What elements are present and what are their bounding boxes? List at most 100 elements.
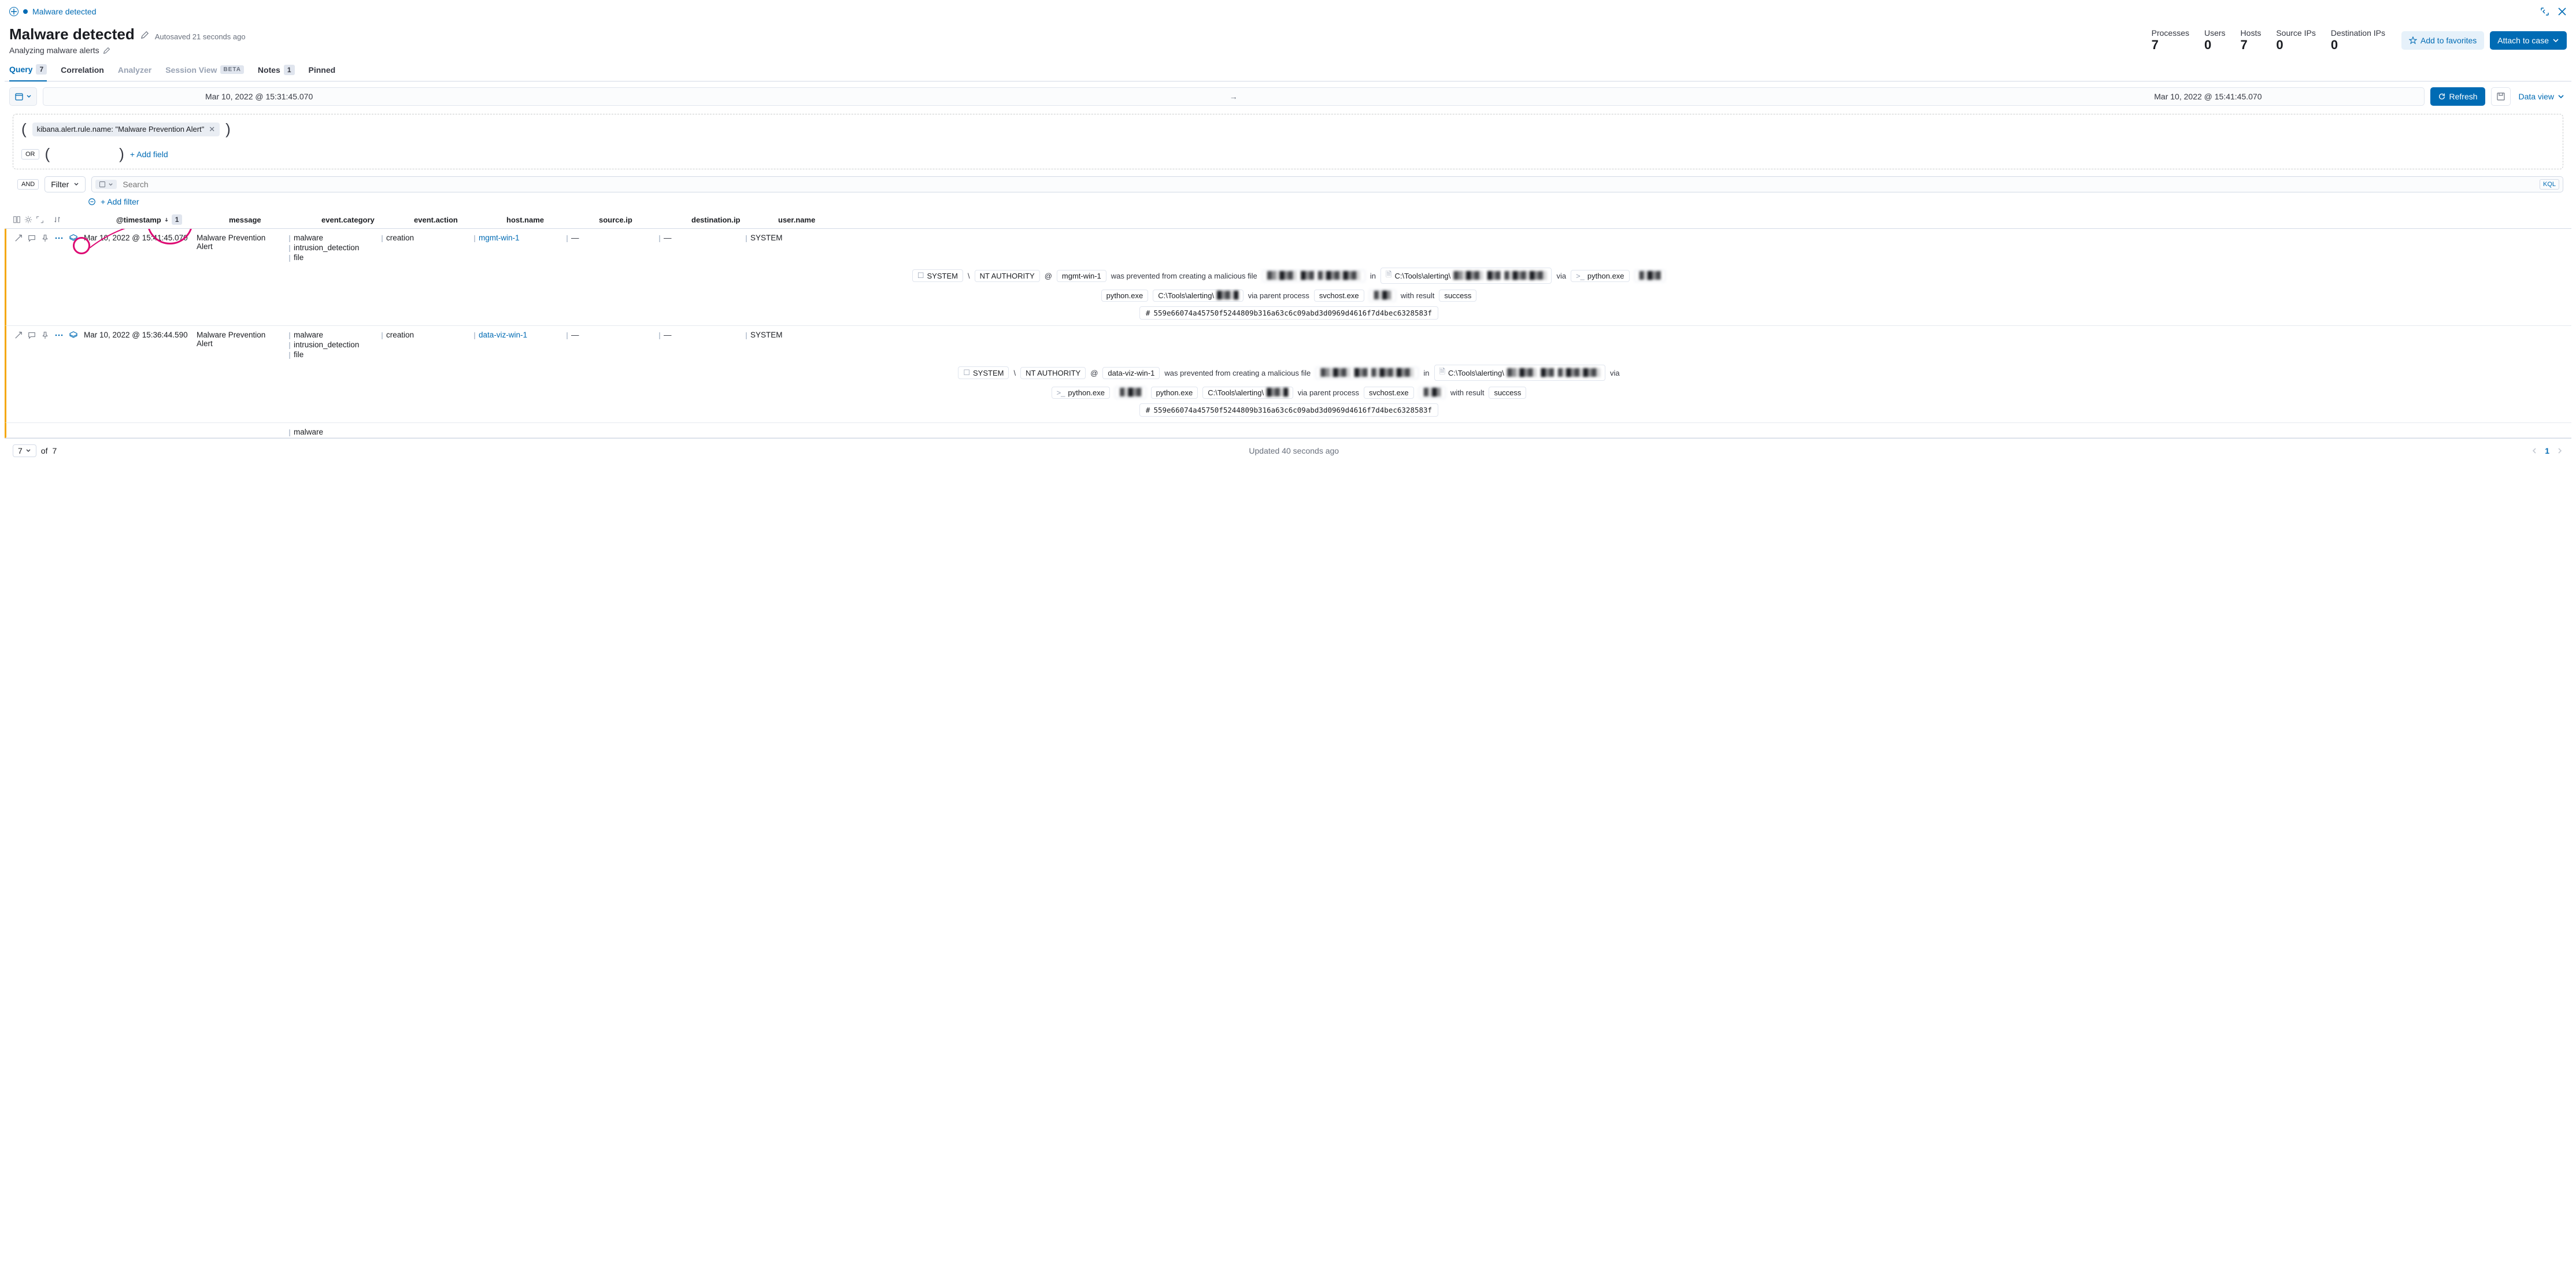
hash-badge: #559e66074a45750f5244809b316a63c6c09abd3… — [1139, 403, 1438, 417]
attach-case-button[interactable]: Attach to case — [2490, 31, 2567, 50]
stat-processes-value: 7 — [2152, 38, 2189, 53]
expand-icon[interactable] — [14, 331, 23, 339]
table-header: @timestamp 1 message event.category even… — [5, 210, 2571, 229]
add-field-link[interactable]: + Add field — [130, 150, 168, 159]
query-chip-text: kibana.alert.rule.name: "Malware Prevent… — [37, 125, 205, 133]
col-destip[interactable]: destination.ip — [691, 216, 772, 224]
search-options-button[interactable] — [95, 180, 117, 189]
stat-hosts-label: Hosts — [2241, 28, 2262, 38]
save-query-button[interactable] — [2491, 87, 2511, 106]
and-badge: AND — [17, 179, 39, 190]
tab-bar: Query 7 Correlation Analyzer Session Vie… — [5, 60, 2571, 81]
per-page-dropdown[interactable]: 7 — [13, 444, 36, 457]
tab-notes-label: Notes — [258, 65, 280, 75]
add-favorites-label: Add to favorites — [2420, 36, 2477, 45]
table-footer: 7 of 7 Updated 40 seconds ago 1 — [5, 439, 2571, 459]
time-range-display[interactable]: Mar 10, 2022 @ 15:31:45.070 → Mar 10, 20… — [43, 87, 2425, 106]
edit-subtitle-icon[interactable] — [103, 47, 110, 54]
col-message[interactable]: message — [229, 216, 316, 224]
autosave-status: Autosaved 21 seconds ago — [155, 32, 246, 41]
tab-pinned[interactable]: Pinned — [309, 60, 336, 81]
filter-label: Filter — [51, 180, 69, 189]
filter-dropdown[interactable]: Filter — [45, 176, 86, 192]
col-timestamp[interactable]: @timestamp 1 — [116, 214, 223, 225]
col-sourceip[interactable]: source.ip — [599, 216, 686, 224]
comment-icon[interactable] — [28, 234, 36, 242]
tab-notes[interactable]: Notes 1 — [258, 60, 295, 81]
updated-status: Updated 40 seconds ago — [1249, 446, 1339, 455]
col-host[interactable]: host.name — [506, 216, 593, 224]
paren-open-2: ( — [45, 145, 50, 163]
more-icon[interactable] — [54, 234, 64, 242]
chip-remove-icon[interactable]: ✕ — [209, 125, 215, 134]
page-prev-icon[interactable] — [2531, 447, 2538, 454]
edit-title-icon[interactable] — [140, 31, 149, 39]
settings-icon[interactable] — [24, 216, 32, 224]
page-subtitle: Analyzing malware alerts — [9, 46, 99, 55]
add-icon[interactable] — [9, 7, 18, 16]
cell-destip: — — [659, 233, 740, 242]
data-view-dropdown[interactable]: Data view — [2516, 87, 2567, 106]
tab-query[interactable]: Query 7 — [9, 60, 47, 81]
stat-srcips-label: Source IPs — [2276, 28, 2315, 38]
tab-notes-badge: 1 — [284, 65, 295, 75]
search-input[interactable] — [123, 180, 2540, 189]
tab-session-label: Session View — [165, 65, 217, 75]
fullscreen-table-icon[interactable] — [36, 216, 44, 224]
arrow-right-icon: → — [1230, 92, 1238, 101]
stat-dstips-label: Destination IPs — [2331, 28, 2385, 38]
cell-sourceip: — — [567, 331, 653, 339]
table-row: Mar 10, 2022 @ 15:41:45.070 Malware Prev… — [5, 229, 2571, 326]
col-category[interactable]: event.category — [321, 216, 408, 224]
kql-badge[interactable]: KQL — [2540, 179, 2559, 190]
cell-message: Malware Prevention Alert — [197, 331, 283, 348]
stat-processes-label: Processes — [2152, 28, 2189, 38]
tab-correlation[interactable]: Correlation — [61, 60, 104, 81]
refresh-button[interactable]: Refresh — [2430, 87, 2485, 106]
col-action[interactable]: event.action — [414, 216, 501, 224]
cell-action: creation — [382, 331, 468, 339]
fullscreen-icon[interactable] — [2540, 7, 2549, 16]
page-current[interactable]: 1 — [2545, 446, 2549, 455]
more-icon[interactable] — [54, 331, 64, 339]
col-user[interactable]: user.name — [778, 216, 865, 224]
date-picker-button[interactable] — [9, 87, 37, 106]
fields-icon[interactable] — [13, 216, 21, 224]
tab-analyzer[interactable]: Analyzer — [118, 60, 151, 81]
expand-icon[interactable] — [14, 234, 23, 242]
cell-timestamp: Mar 10, 2022 @ 15:36:44.590 — [84, 331, 191, 339]
breadcrumb-link[interactable]: Malware detected — [32, 7, 97, 16]
comment-icon[interactable] — [28, 331, 36, 339]
cell-category-partial: malware — [289, 428, 376, 436]
top-bar: Malware detected — [5, 5, 2571, 21]
cell-destip: — — [659, 331, 740, 339]
query-chip[interactable]: kibana.alert.rule.name: "Malware Prevent… — [32, 123, 220, 136]
sort-icon[interactable] — [53, 216, 61, 224]
rows-area[interactable]: Mar 10, 2022 @ 15:41:45.070 Malware Prev… — [5, 229, 2571, 439]
stat-dstips-value: 0 — [2331, 38, 2385, 53]
data-view-label: Data view — [2519, 92, 2554, 101]
tab-session-view[interactable]: Session View BETA — [165, 60, 244, 81]
cell-category: malware intrusion_detection file — [289, 233, 376, 262]
of-label: of — [41, 446, 48, 455]
beta-badge: BETA — [220, 65, 243, 74]
analyzer-icon[interactable] — [69, 331, 78, 340]
pin-icon[interactable] — [41, 234, 49, 242]
filter-options-icon[interactable] — [88, 198, 96, 206]
add-filter-link[interactable]: + Add filter — [101, 197, 139, 206]
page-title: Malware detected — [9, 25, 135, 43]
cell-action: creation — [382, 233, 468, 242]
cell-host: mgmt-win-1 — [474, 233, 561, 242]
close-icon[interactable] — [2558, 7, 2567, 16]
cell-host: data-viz-win-1 — [474, 331, 561, 339]
or-badge: OR — [21, 149, 39, 160]
analyzer-icon[interactable] — [69, 233, 78, 243]
add-favorites-button[interactable]: Add to favorites — [2401, 31, 2484, 50]
status-dot-icon — [23, 9, 28, 14]
total-count: 7 — [52, 446, 57, 455]
pin-icon[interactable] — [41, 331, 49, 339]
cell-user: SYSTEM — [746, 233, 832, 242]
page-next-icon[interactable] — [2556, 447, 2563, 454]
attach-case-label: Attach to case — [2497, 36, 2549, 45]
query-builder: ( kibana.alert.rule.name: "Malware Preve… — [13, 114, 2563, 169]
